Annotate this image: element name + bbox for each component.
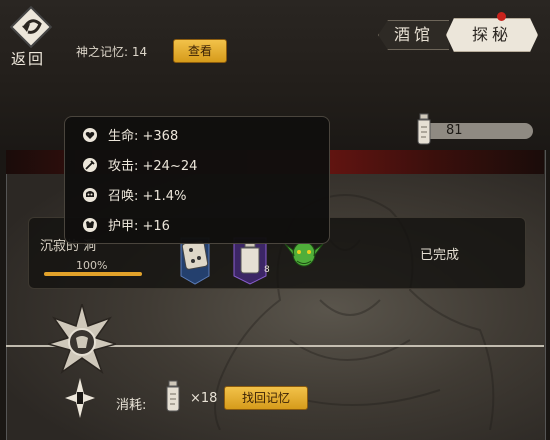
memory-count-label: 神之记忆: 14 — [76, 45, 148, 59]
tab-tavern[interactable]: 酒馆 — [378, 20, 449, 50]
stat-row-armor: 护甲: +16 — [82, 217, 170, 235]
tab-explore[interactable]: 探秘 — [446, 18, 538, 52]
view-button[interactable]: 查看 — [173, 39, 227, 63]
cost-label: 消耗: — [116, 398, 147, 413]
recall-memory-button[interactable]: 找回记忆 — [224, 386, 308, 410]
progress-fill — [44, 272, 142, 276]
resource-bar — [420, 123, 533, 139]
compass-emblem-icon — [48, 304, 116, 374]
stat-row-health: 生命: +368 — [82, 127, 178, 145]
armor-icon — [83, 218, 97, 232]
back-label[interactable]: 返回 — [11, 48, 45, 69]
bottle-icon — [166, 380, 180, 412]
stat-armor: 护甲: +16 — [108, 219, 170, 234]
stat-row-summon: 召唤: +1.4% — [82, 187, 186, 205]
stat-row-attack: 攻击: +24~24 — [82, 157, 197, 175]
cost-multiplier: ×18 — [190, 391, 218, 406]
reward-count: 8 — [264, 265, 270, 275]
back-icon[interactable] — [10, 6, 52, 48]
stat-attack: 攻击: +24~24 — [108, 159, 198, 174]
quest-status: 已完成 — [420, 248, 460, 263]
marker-spike-icon — [65, 378, 95, 418]
quest-progress-text: 100% — [76, 259, 108, 272]
sword-icon — [83, 158, 97, 172]
notification-dot — [497, 12, 506, 21]
stat-health: 生命: +368 — [108, 129, 179, 144]
heart-icon — [83, 128, 97, 142]
bottle-icon — [417, 113, 431, 145]
summon-skull-icon — [83, 188, 97, 202]
stat-summon: 召唤: +1.4% — [108, 189, 187, 204]
resource-count: 81 — [446, 123, 463, 138]
